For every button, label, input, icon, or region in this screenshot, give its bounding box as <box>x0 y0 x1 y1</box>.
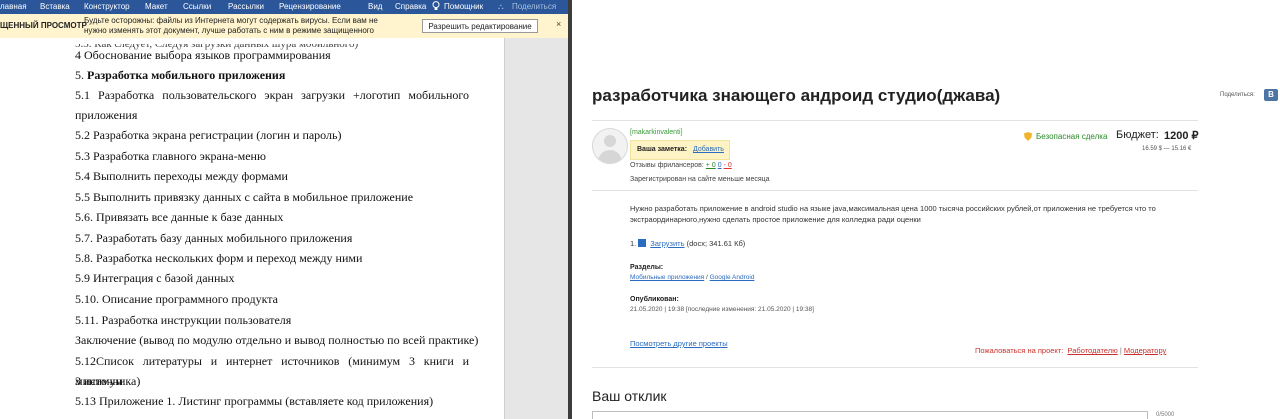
lightbulb-icon[interactable] <box>432 1 440 15</box>
divider <box>592 190 1198 191</box>
shield-icon <box>1024 132 1032 141</box>
tab-design[interactable]: Конструктор <box>84 1 130 13</box>
tab-references[interactable]: Ссылки <box>183 1 211 13</box>
budget-conversion: 16.59 $ — 15.16 € <box>1142 146 1192 152</box>
safe-deal-badge[interactable]: Безопасная сделка <box>1036 132 1107 141</box>
document-gutter[interactable] <box>504 38 569 419</box>
share-icon[interactable]: ⛬ <box>498 1 504 13</box>
response-char-counter: 0/5000 <box>1156 412 1175 418</box>
doc-line: 5.3 Разработка главного экрана-меню <box>75 149 266 163</box>
published-date: 21.05.2020 | 19:38 [последние изменения:… <box>630 306 814 313</box>
doc-line: 3 источника) <box>75 374 141 388</box>
doc-line: 5.11. Разработка инструкции пользователя <box>75 313 292 327</box>
avatar-head-icon <box>604 135 616 147</box>
tab-help[interactable]: Справка <box>395 1 426 13</box>
budget-value: 1200 ₽ <box>1164 130 1199 142</box>
doc-line: приложения <box>75 108 138 122</box>
attachment-info: (docx; 341.61 Кб) <box>686 239 746 248</box>
share-label: Поделиться: <box>1220 92 1255 98</box>
doc-line: Заключение (вывод по модулю отдельно и в… <box>75 333 479 347</box>
response-title: Ваш отклик <box>592 388 667 404</box>
tab-review[interactable]: Рецензирование <box>279 1 341 13</box>
tab-view[interactable]: Вид <box>368 1 382 13</box>
reviews-negative-link[interactable]: - 0 <box>724 162 732 169</box>
section-link-google-android[interactable]: Google Android <box>710 274 755 281</box>
doc-line: 5. Разработка мобильного приложения <box>75 65 469 85</box>
note-label: Ваша заметка: <box>637 146 688 153</box>
tab-insert[interactable]: Вставка <box>40 1 70 13</box>
budget-label: Бюджет: <box>1116 129 1159 141</box>
other-projects-link[interactable]: Посмотреть другие проекты <box>630 339 728 348</box>
sections-label: Разделы: <box>630 264 664 271</box>
reviews-positive-link[interactable]: + 0 <box>706 162 716 169</box>
sections-links: Мобильные приложения / Google Android <box>630 274 754 281</box>
avatar[interactable] <box>592 128 628 164</box>
doc-line: 5.10. Описание программного продукта <box>75 292 278 306</box>
doc-line: 5.6. Привязать все данные к базе данных <box>75 210 284 224</box>
download-link[interactable]: Загрузить <box>650 239 684 248</box>
doc-line: 5.7. Разработать базу данных мобильного … <box>75 231 353 245</box>
freelancer-reviews: Отзывы фрилансеров: + 0 0 - 0 <box>630 162 732 169</box>
published-label: Опубликован: <box>630 296 679 303</box>
reviews-neutral-link[interactable]: 0 <box>718 162 722 169</box>
tab-home[interactable]: лавная <box>0 1 27 13</box>
divider <box>592 367 1198 368</box>
doc-line: 5.4 Выполнить переходы между формами <box>75 169 288 183</box>
doc-line: 5.1 Разработка пользовательского экран з… <box>75 88 469 102</box>
reviews-label: Отзывы фрилансеров: <box>630 162 704 169</box>
complain-bar: Пожаловаться на проект: Работодателю | М… <box>975 346 1166 355</box>
complain-separator: | <box>1119 346 1122 355</box>
doc-heading: Разработка мобильного приложения <box>87 68 286 82</box>
employer-username-link[interactable]: [makarkinvalenti] <box>630 129 683 136</box>
registration-status: Зарегистрирован на сайте меньше месяца <box>630 176 770 183</box>
avatar-body-icon <box>598 150 622 163</box>
protected-view-label: ЩЕННЫЙ ПРОСМОТР <box>0 21 87 30</box>
tab-mailings[interactable]: Рассылки <box>228 1 264 13</box>
note-box: Ваша заметка: Добавить <box>630 140 730 160</box>
attachment-index: 1. <box>630 239 637 248</box>
response-textarea[interactable] <box>592 411 1148 419</box>
share-button[interactable]: Поделиться <box>512 1 556 13</box>
project-page: разработчика знающего андроид студио(джа… <box>572 0 1280 419</box>
divider <box>592 120 1198 121</box>
complain-moderator-link[interactable]: Модератору <box>1124 346 1166 355</box>
doc-line: 5.13 Приложение 1. Листинг программы (вс… <box>75 394 434 408</box>
doc-line: 4 Обоснование выбора языков программиров… <box>75 48 331 62</box>
close-icon[interactable]: × <box>556 19 561 29</box>
doc-line: 5.2 Разработка экрана регистрации (логин… <box>75 128 342 142</box>
project-description: Нужно разработать приложение в android s… <box>630 204 1156 224</box>
project-title: разработчика знающего андроид студио(джа… <box>592 86 1001 105</box>
tab-assistant[interactable]: Помощник <box>444 1 483 13</box>
tab-layout[interactable]: Макет <box>145 1 168 13</box>
doc-line: 5.5 Выполнить привязку данных с сайта в … <box>75 190 414 204</box>
complain-label: Пожаловаться на проект: <box>975 346 1064 355</box>
file-icon <box>638 239 647 247</box>
enable-editing-button[interactable]: Разрешить редактирование <box>422 19 538 33</box>
protected-view-bar: ЩЕННЫЙ ПРОСМОТР Будьте осторожны: файлы … <box>0 14 572 45</box>
word-window: лавная Вставка Конструктор Макет Ссылки … <box>0 0 572 419</box>
doc-line: 5.8. Разработка нескольких форм и перехо… <box>75 251 363 265</box>
document-page[interactable]: 5.3. Как следует, Следуя загрузки данных… <box>0 38 504 419</box>
complain-employer-link[interactable]: Работодателю <box>1067 346 1117 355</box>
vk-share-icon[interactable]: В <box>1264 89 1278 101</box>
doc-line-number: 5. <box>75 68 84 82</box>
note-add-link[interactable]: Добавить <box>693 146 724 153</box>
attachment: 1. Загрузить (docx; 341.61 Кб) <box>630 239 745 248</box>
doc-line: 5.9 Интеграция с базой данных <box>75 271 235 285</box>
section-link-mobile-apps[interactable]: Мобильные приложения <box>630 274 704 281</box>
ribbon-tabs: лавная Вставка Конструктор Макет Ссылки … <box>0 0 572 14</box>
